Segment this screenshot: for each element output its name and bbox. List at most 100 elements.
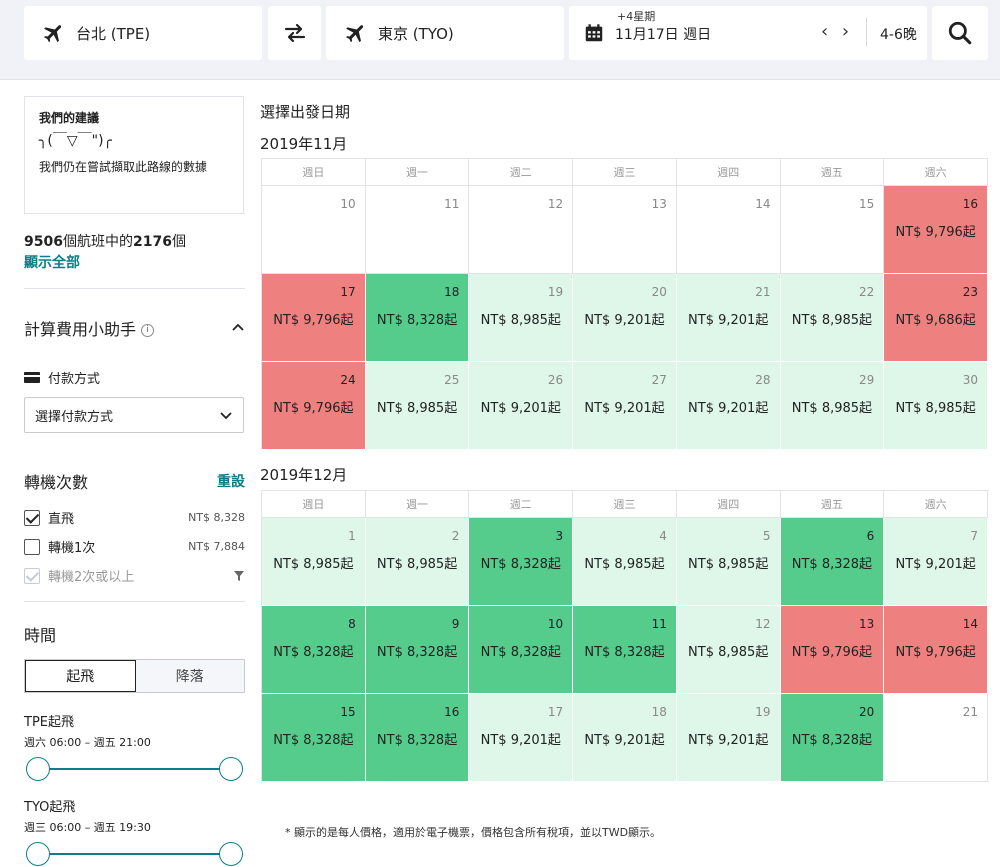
day-cell[interactable]: 4 NT$ 8,985起 — [573, 518, 677, 606]
divider — [866, 18, 867, 46]
day-number: 25 — [444, 373, 460, 387]
stops-title: 轉機次數 — [24, 473, 89, 492]
day-number: 17 — [340, 285, 356, 299]
info-icon[interactable]: i — [141, 324, 155, 337]
stop-price: NT$ 8,328 — [188, 511, 245, 524]
day-number: 13 — [859, 617, 875, 631]
day-cell[interactable]: 21 NT$ 9,201起 — [676, 274, 781, 362]
date-offset: +4星期 — [617, 10, 656, 23]
day-number: 18 — [651, 705, 667, 719]
weekday-header: 週三 — [573, 491, 677, 518]
stop-price: NT$ 7,884 — [188, 540, 245, 553]
day-price: NT$ 9,796起 — [895, 645, 976, 660]
day-cell[interactable]: 19 NT$ 9,201起 — [676, 694, 781, 782]
slider-handle-start[interactable] — [26, 757, 50, 781]
day-cell[interactable]: 20 NT$ 8,328起 — [780, 694, 885, 782]
stop-option-one-stop[interactable]: 轉機1次 NT$ 7,884 — [24, 532, 245, 561]
day-cell[interactable]: 17 NT$ 9,796起 — [262, 274, 366, 362]
nights-selector[interactable]: 4-6晚 — [880, 24, 917, 44]
search-button[interactable] — [932, 6, 988, 60]
tab-arrival[interactable]: 降落 — [135, 660, 244, 692]
time-header: 時間 — [24, 622, 245, 646]
day-cell[interactable]: 29 NT$ 8,985起 — [780, 362, 885, 450]
day-price: NT$ 9,796起 — [791, 645, 873, 660]
day-cell[interactable]: 12 NT$ 8,985起 — [676, 606, 781, 694]
day-price: NT$ 9,796起 — [273, 401, 354, 416]
day-cell: 10 — [262, 186, 366, 274]
day-cell[interactable]: 1 NT$ 8,985起 — [262, 518, 366, 606]
day-cell[interactable]: 7 NT$ 9,201起 — [884, 518, 988, 606]
day-number: 19 — [547, 285, 564, 299]
day-price: NT$ 9,201起 — [688, 401, 769, 416]
show-all-link[interactable]: 顯示全部 — [24, 252, 245, 272]
slider-handle-end[interactable] — [219, 757, 243, 781]
day-cell[interactable]: 14 NT$ 9,796起 — [884, 606, 988, 694]
swap-button[interactable] — [268, 6, 321, 60]
price-footnote: * 顯示的是每人價格，適用於電子機票，價格包含所有稅項，並以TWD顯示。 — [285, 826, 662, 839]
nonstop-checkbox[interactable] — [24, 509, 40, 526]
day-cell[interactable]: 16 NT$ 9,796起 — [884, 186, 988, 274]
day-cell[interactable]: 10 NT$ 8,328起 — [469, 606, 574, 694]
fee-helper-header[interactable]: 計算費用小助手 i — [24, 316, 245, 340]
day-cell[interactable]: 8 NT$ 8,328起 — [262, 606, 366, 694]
day-cell[interactable]: 19 NT$ 8,985起 — [469, 274, 574, 362]
calendar-icon — [585, 24, 603, 42]
day-cell[interactable]: 15 NT$ 8,328起 — [262, 694, 366, 782]
day-cell[interactable]: 25 NT$ 8,985起 — [365, 362, 470, 450]
day-cell: 14 — [676, 186, 781, 274]
stops-reset-link[interactable]: 重設 — [217, 471, 245, 491]
day-cell[interactable]: 26 NT$ 9,201起 — [469, 362, 574, 450]
day-cell[interactable]: 9 NT$ 8,328起 — [365, 606, 470, 694]
weekday-header: 週六 — [884, 159, 988, 186]
day-price: NT$ 8,985起 — [791, 313, 873, 328]
day-number: 16 — [444, 705, 460, 719]
day-cell: 11 — [365, 186, 470, 274]
day-number: 26 — [547, 373, 564, 387]
day-cell[interactable]: 5 NT$ 8,985起 — [676, 518, 781, 606]
payment-method-select[interactable]: 選擇付款方式 — [24, 397, 244, 433]
day-price: NT$ 8,985起 — [376, 557, 458, 572]
day-cell[interactable]: 23 NT$ 9,686起 — [884, 274, 988, 362]
slider-handle-start[interactable] — [26, 842, 50, 866]
day-cell[interactable]: 30 NT$ 8,985起 — [884, 362, 988, 450]
day-cell[interactable]: 16 NT$ 8,328起 — [365, 694, 470, 782]
day-price: NT$ 8,985起 — [376, 401, 458, 416]
day-number: 2 — [451, 529, 460, 543]
origin-field[interactable]: 台北 (TPE) — [24, 6, 262, 60]
day-cell[interactable]: 6 NT$ 8,328起 — [780, 518, 885, 606]
day-number: 21 — [755, 285, 771, 299]
weekday-header: 週五 — [780, 159, 885, 186]
filter-icon — [234, 570, 244, 581]
day-cell[interactable]: 11 NT$ 8,328起 — [573, 606, 677, 694]
day-cell[interactable]: 3 NT$ 8,328起 — [469, 518, 574, 606]
stop-option-nonstop[interactable]: 直飛 NT$ 8,328 — [24, 503, 245, 532]
day-cell[interactable]: 2 NT$ 8,985起 — [365, 518, 470, 606]
tab-departure[interactable]: 起飛 — [25, 660, 136, 692]
day-cell[interactable]: 18 NT$ 8,328起 — [365, 274, 470, 362]
date-prev-next-buttons[interactable]: ‹ › — [821, 21, 853, 42]
day-price: NT$ 8,328起 — [376, 645, 458, 660]
day-cell[interactable]: 24 NT$ 9,796起 — [262, 362, 366, 450]
date-field[interactable]: +4星期 11月17日 週日 ‹ › 4-6晚 — [569, 6, 927, 60]
suggestion-text: 我們仍在嘗試擷取此路線的數據 — [39, 160, 208, 174]
time-title: 時間 — [24, 626, 57, 645]
one-stop-checkbox[interactable] — [24, 538, 40, 555]
stop-label: 直飛 — [48, 512, 75, 527]
day-price: NT$ 9,796起 — [273, 313, 354, 328]
slider-handle-end[interactable] — [219, 842, 243, 866]
chevron-up-icon[interactable] — [231, 321, 245, 335]
day-cell[interactable]: 22 NT$ 8,985起 — [780, 274, 885, 362]
tpe-time-slider[interactable] — [24, 756, 245, 782]
day-cell[interactable]: 17 NT$ 9,201起 — [469, 694, 574, 782]
day-cell[interactable]: 20 NT$ 9,201起 — [573, 274, 677, 362]
stop-label: 轉機1次 — [48, 541, 96, 556]
filter-sidebar: 我們的建議 ╮(￣▽￣")╭ 我們仍在嘗試擷取此路線的數據 9506個航班中的2… — [24, 96, 245, 867]
payment-label: 付款方式 — [24, 368, 245, 387]
tyo-time-slider[interactable] — [24, 841, 245, 867]
day-cell[interactable]: 27 NT$ 9,201起 — [573, 362, 677, 450]
divider — [24, 601, 245, 602]
day-cell[interactable]: 18 NT$ 9,201起 — [573, 694, 677, 782]
destination-field[interactable]: 東京 (TYO) — [326, 6, 564, 60]
day-cell[interactable]: 28 NT$ 9,201起 — [676, 362, 781, 450]
day-cell[interactable]: 13 NT$ 9,796起 — [780, 606, 885, 694]
